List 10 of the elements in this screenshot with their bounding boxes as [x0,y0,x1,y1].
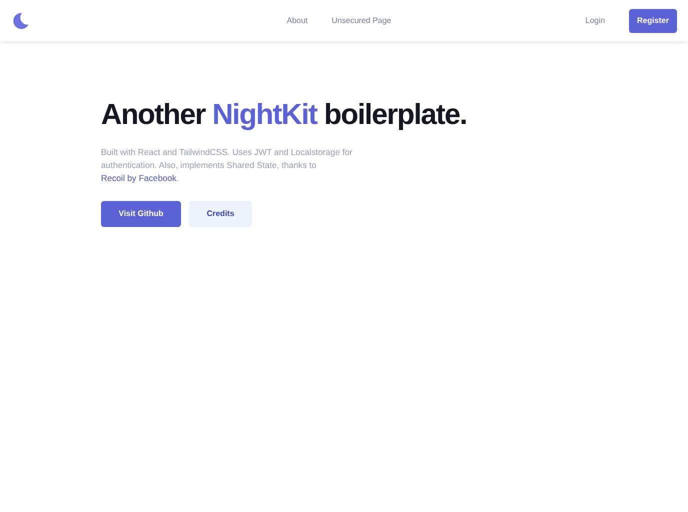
recoil-link[interactable]: Recoil by Facebook [101,173,176,184]
login-link[interactable]: Login [585,14,605,26]
nav-link[interactable]: About [286,14,308,26]
credits-button[interactable]: Credits [189,200,252,227]
hero-heading: Another NightKit boilerplate. [101,98,468,133]
register-button[interactable]: Register [628,8,677,32]
hero-description: Built with React and TailwindCSS. Uses JWT and Localstorage for authentication. Also, implements Shared State, thanks to Recoil by Facebook. [101,146,354,186]
github-button[interactable]: Visit Github [101,200,181,227]
nav-link[interactable]: Unsecured Page [332,14,392,26]
moon-icon[interactable] [11,12,29,30]
